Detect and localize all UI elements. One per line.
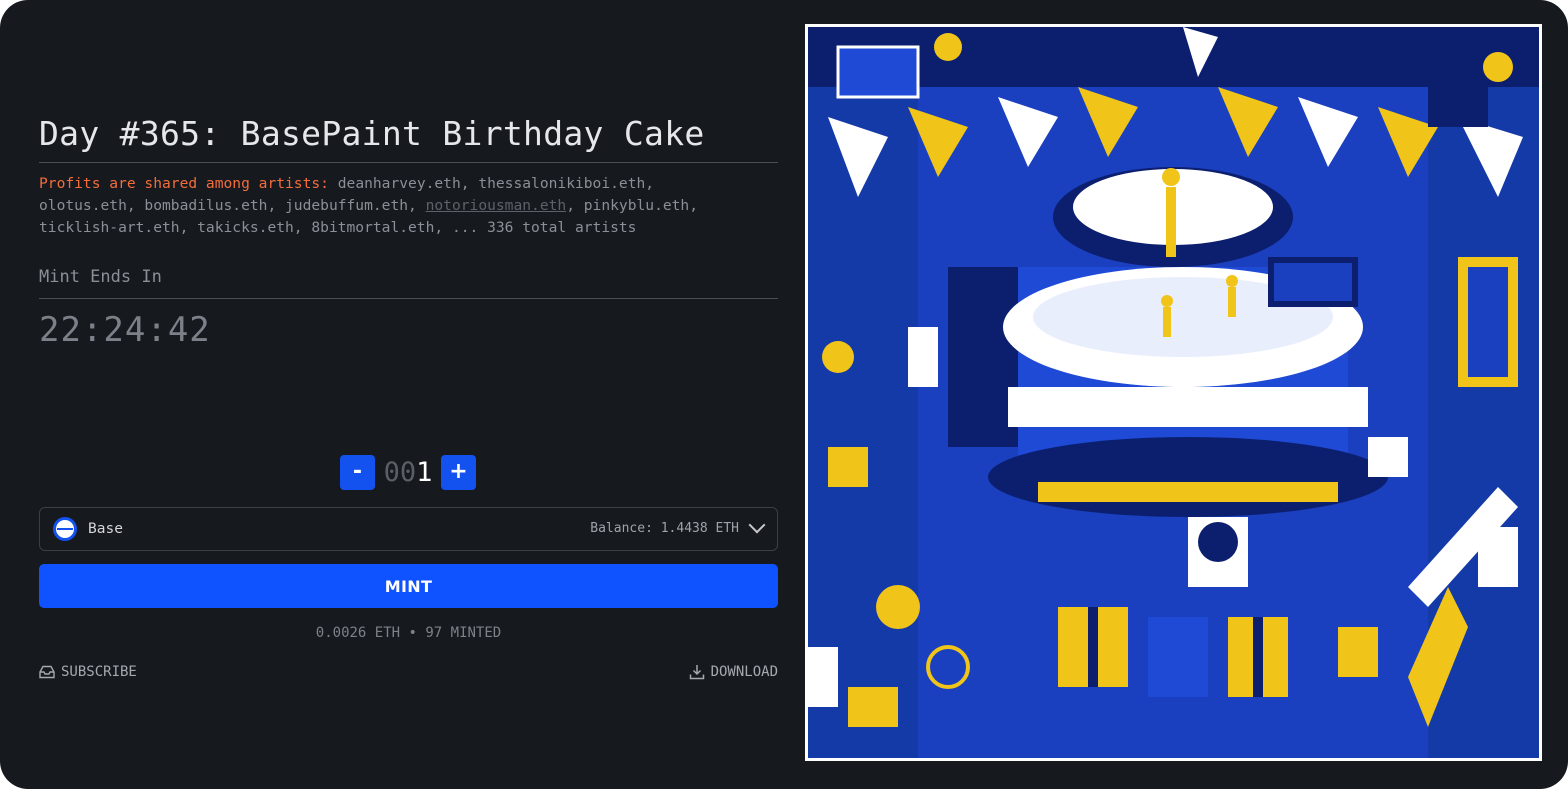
subscribe-label: SUBSCRIBE xyxy=(61,664,137,680)
profits-shared-label: Profits are shared among artists: xyxy=(39,175,329,192)
countdown-timer: 22:24:42 xyxy=(39,310,211,350)
quantity-stepper: - 001 + xyxy=(340,454,476,490)
mint-price-info: 0.0026 ETH • 97 MINTED xyxy=(315,625,502,641)
network-selector[interactable]: Base Balance: 1.4438 ETH xyxy=(39,507,778,551)
subscribe-link[interactable]: SUBSCRIBE xyxy=(39,662,137,682)
title-divider xyxy=(39,162,778,163)
increase-quantity-button[interactable]: + xyxy=(441,454,476,490)
download-icon xyxy=(689,665,704,680)
artists-line-1[interactable]: deanharvey.eth, thessalonikiboi.eth, xyxy=(338,175,654,192)
quantity-value[interactable]: 001 xyxy=(375,457,441,488)
mint-ends-divider xyxy=(39,298,778,299)
inbox-icon xyxy=(39,665,55,679)
artists-list: Profits are shared among artists: deanha… xyxy=(39,173,778,239)
quantity-padding: 00 xyxy=(383,456,417,488)
artist-link-notoriousman[interactable]: notoriousman.eth xyxy=(426,197,567,214)
artwork-frame xyxy=(805,24,1542,761)
mint-button[interactable]: MINT xyxy=(39,564,778,608)
artists-line-2-tail[interactable]: , pinkyblu.eth, xyxy=(566,197,698,214)
base-logo-icon xyxy=(53,517,77,541)
quantity-number: 1 xyxy=(416,456,433,488)
mint-panel: Day #365: BasePaint Birthday Cake Profit… xyxy=(39,0,778,789)
download-label: DOWNLOAD xyxy=(710,664,778,680)
chevron-down-icon xyxy=(748,516,766,534)
wallet-balance: Balance: 1.4438 ETH xyxy=(590,521,739,536)
artists-line-2[interactable]: olotus.eth, bombadilus.eth, judebuffum.e… xyxy=(39,197,417,214)
artwork-image[interactable] xyxy=(808,27,1539,758)
mint-ends-label: Mint Ends In xyxy=(39,267,162,287)
decrease-quantity-button[interactable]: - xyxy=(340,454,375,490)
network-name: Base xyxy=(88,521,123,537)
download-link[interactable]: DOWNLOAD xyxy=(689,662,778,682)
page-title: Day #365: BasePaint Birthday Cake xyxy=(39,114,705,153)
artists-line-3[interactable]: ticklish-art.eth, takicks.eth, 8bitmorta… xyxy=(39,219,636,236)
mint-card: Day #365: BasePaint Birthday Cake Profit… xyxy=(0,0,1568,789)
